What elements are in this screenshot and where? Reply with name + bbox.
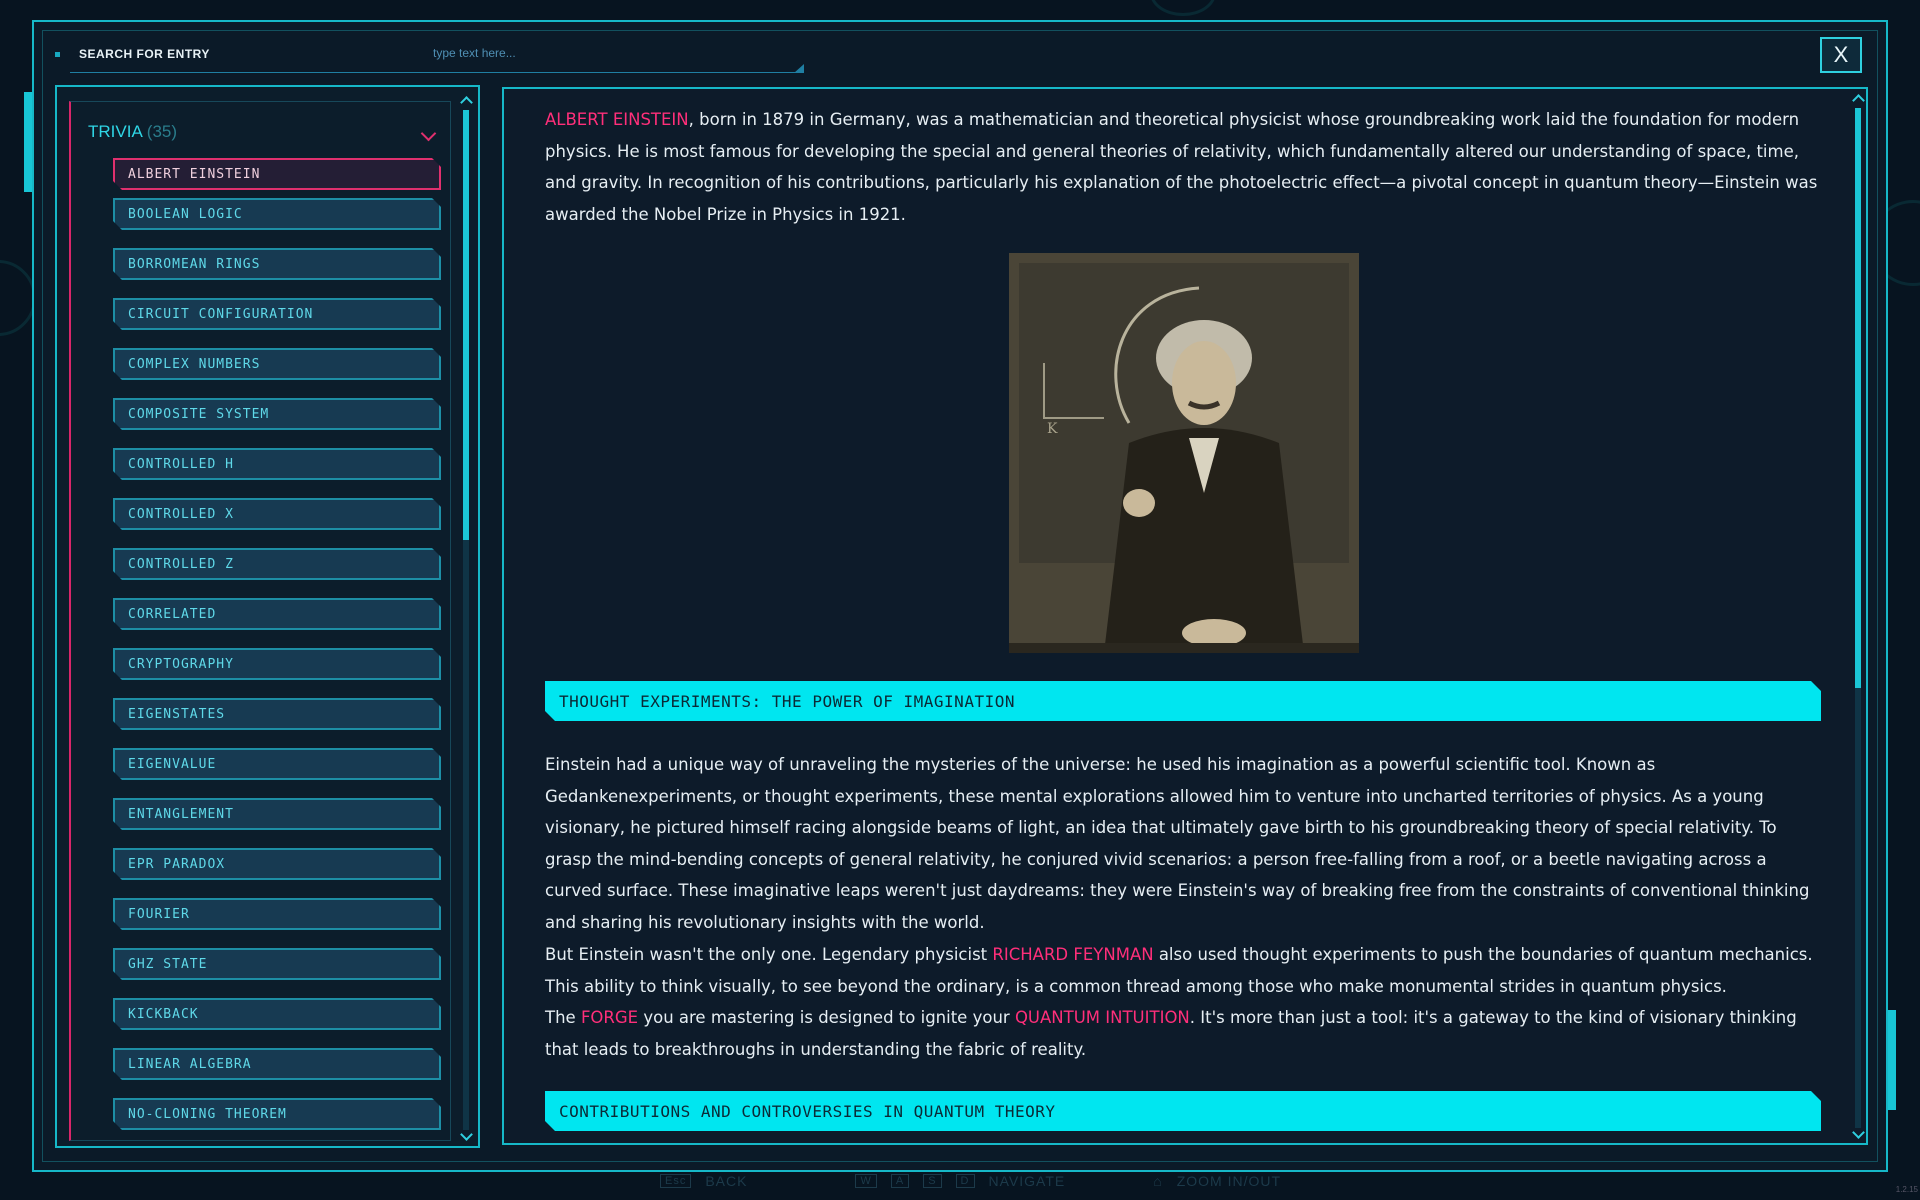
highlight-quantum-intuition[interactable]: QUANTUM INTUITION [1015,1008,1190,1027]
article-paragraph-1: Einstein had a unique way of unraveling … [545,755,1810,932]
entry-item[interactable]: COMPOSITE SYSTEM [113,398,441,430]
highlight-richard-feynman[interactable]: RICHARD FEYNMAN [992,945,1153,964]
entry-item[interactable]: NO-CLONING THEOREM [113,1098,441,1130]
category-group: TRIVIA (35) ALBERT EINSTEIN BOOLEAN LOGIC B… [69,101,451,1141]
search-underline [70,72,804,73]
entry-item[interactable]: BOOLEAN LOGIC [113,198,441,230]
search-label: SEARCH FOR ENTRY [79,47,210,61]
entry-item[interactable]: GHZ STATE [113,948,441,980]
entry-item[interactable]: LINEAR ALGEBRA [113,1048,441,1080]
frame-accent-right [1888,1010,1896,1110]
search-underline-corner [794,64,804,73]
s-key-hint: S [923,1174,942,1188]
mouse-icon: ⌂ [1153,1173,1163,1189]
section-header-contributions: CONTRIBUTIONS AND CONTROVERSIES IN QUANT… [545,1091,1821,1131]
einstein-portrait: K [1009,253,1359,653]
category-count: (35) [146,122,178,141]
entry-item[interactable]: CRYPTOGRAPHY [113,648,441,680]
category-title: TRIVIA [88,122,143,141]
entry-item[interactable]: CORRELATED [113,598,441,630]
entry-item[interactable]: ENTANGLEMENT [113,798,441,830]
highlight-forge[interactable]: FORGE [581,1008,638,1027]
control-hints-bar: Esc BACK W A S D NAVIGATE ⌂ ZOOM IN/OUT [660,1170,1281,1192]
back-hint[interactable]: BACK [705,1173,747,1189]
sidebar-scroll-thumb[interactable] [463,110,469,540]
navigate-hint: NAVIGATE [988,1173,1066,1189]
entry-item[interactable]: COMPLEX NUMBERS [113,348,441,380]
paragraph-3-text-a: The [545,1008,581,1027]
article-intro: ALBERT EINSTEIN, born in 1879 in Germany… [545,104,1825,230]
version-label: 1.2.15 [1895,1185,1918,1194]
svg-text:K: K [1047,421,1058,437]
w-key-hint: W [855,1174,877,1188]
paragraph-2-text-a: But Einstein wasn't the only one. Legend… [545,945,993,964]
paragraph-3-text-b: you are mastering is designed to ignite … [638,1008,1015,1027]
entry-item[interactable]: KICKBACK [113,998,441,1030]
a-key-hint: A [890,1174,910,1188]
article-paragraph-2: But Einstein wasn't the only one. Legend… [545,939,1825,1002]
close-button[interactable]: X [1820,37,1862,73]
entry-item[interactable]: EPR PARADOX [113,848,441,880]
esc-key-hint: Esc [660,1174,692,1188]
entry-item[interactable]: FOURIER [113,898,441,930]
d-key-hint: D [955,1174,975,1188]
entry-item[interactable]: CONTROLLED Z [113,548,441,580]
entry-item[interactable]: ALBERT EINSTEIN [113,158,441,190]
frame-accent-left [24,92,32,192]
highlight-einstein[interactable]: ALBERT EINSTEIN [545,110,689,129]
category-header-trivia[interactable]: TRIVIA (35) [88,122,177,142]
entry-item[interactable]: EIGENSTATES [113,698,441,730]
entry-item[interactable]: CIRCUIT CONFIGURATION [113,298,441,330]
background-ring [1150,0,1216,16]
article-scroll-thumb[interactable] [1855,108,1861,688]
entry-list-panel: TRIVIA (35) ALBERT EINSTEIN BOOLEAN LOGIC B… [55,85,480,1148]
section-header-thought-experiments: THOUGHT EXPERIMENTS: THE POWER OF IMAGIN… [545,681,1821,721]
article-paragraph-3: The FORGE you are mastering is designed … [545,1002,1825,1065]
entry-item[interactable]: CONTROLLED X [113,498,441,530]
chevron-down-icon[interactable] [420,125,437,142]
background-ring [0,260,36,336]
entry-item[interactable]: BORROMEAN RINGS [113,248,441,280]
entry-item[interactable]: EIGENVALUE [113,748,441,780]
search-bullet-icon [55,52,60,57]
search-input[interactable] [433,43,803,63]
entry-item[interactable]: CONTROLLED H [113,448,441,480]
zoom-hint: ZOOM IN/OUT [1176,1173,1282,1189]
intro-text: , born in 1879 in Germany, was a mathema… [545,110,1818,224]
